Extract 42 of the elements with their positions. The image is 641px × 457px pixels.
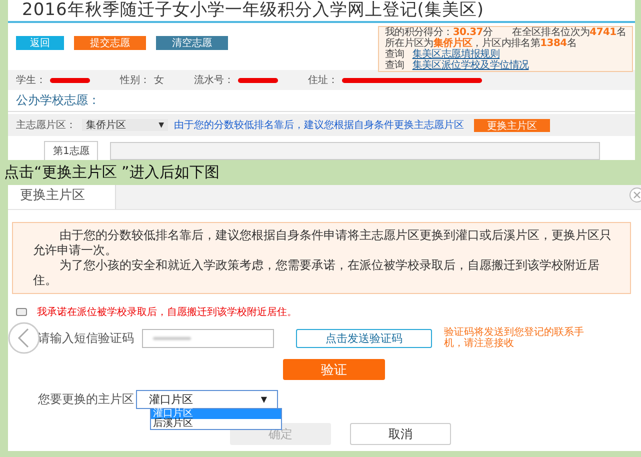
checkbox[interactable] [16, 308, 27, 316]
rules-link[interactable]: 集美区志愿填报规则 [412, 49, 500, 60]
back-icon[interactable] [8, 322, 40, 354]
field-value: 女 [154, 74, 164, 87]
score-text: 我的积分得分：30.37分 在全区排名位次为4741名 [384, 27, 626, 38]
district-label: 主志愿片区： [16, 118, 76, 132]
field-label: 流水号： [194, 74, 234, 87]
rules-link[interactable]: 集美区派位学校及学位情况 [412, 60, 529, 71]
caption-text: 点击“更换主片区 ”进入后如下图 [4, 163, 220, 181]
select-value: 灌口片区 [149, 392, 193, 407]
action-button[interactable]: 清空志愿 [156, 36, 228, 50]
cancel-button[interactable]: 取消 [350, 423, 451, 445]
notice-text: 为了您小孩的安全和就近入学政策考虑，您需要承诺，在派位被学校录取后，自愿搬迁到该学校附近居住。 [33, 258, 600, 288]
field-label: 学生： [16, 74, 46, 87]
redaction-mark [50, 78, 90, 82]
pledge-label: 我承诺在派位被学校录取后，自愿搬迁到该学校附近居住。 [37, 306, 297, 319]
caret-icon: ▼ [260, 395, 267, 404]
query-label: 查询 [384, 49, 404, 60]
notice-text: 由于您的分数较低排名靠后，建议您根据自身条件申请将主志愿片区更换到灌口或后溪片区，更换片区只允许申请一次。 [33, 228, 612, 258]
page-title: 2016年秋季随迁子女小学一年级积分入学网上登记(集美区) [8, 0, 635, 23]
close-icon[interactable] [629, 187, 641, 203]
verify-button[interactable]: 验证 [283, 359, 385, 380]
sms-code-field[interactable] [142, 328, 274, 348]
sms-label: 请输入短信验证码 [38, 330, 134, 346]
query-label: 查询 [384, 60, 404, 71]
change-district-button[interactable]: 更换主片区 [474, 118, 550, 132]
select-value: 集侨片区 [86, 118, 126, 132]
send-code-button[interactable]: 点击发送验证码 [296, 328, 432, 348]
choice-field[interactable] [110, 142, 600, 160]
district-select[interactable]: 灌口片区 ▼ [136, 390, 278, 409]
section-title: 公办学校志愿： [8, 90, 635, 112]
field-label: 住址： [308, 74, 338, 87]
choice-label: 第1志愿 [44, 141, 98, 160]
advice-text: 由于您的分数较低排名靠后，建议您根据自身条件更换主志愿片区 [174, 118, 464, 132]
dialog-tab[interactable]: 更换主片区 [8, 185, 116, 209]
score-text: 所在片区为集侨片区，片区内排名第1384名 [384, 38, 578, 49]
district-label: 您要更换的主片区 [38, 391, 134, 408]
action-button[interactable]: 提交志愿 [74, 36, 146, 50]
field-label: 性别： [120, 74, 150, 87]
dropdown-option[interactable]: 灌口片区 [151, 409, 281, 419]
redaction-mark [238, 78, 278, 82]
sms-hint: 验证码将发送到您登记的联系手机，请注意接收 [444, 327, 585, 349]
